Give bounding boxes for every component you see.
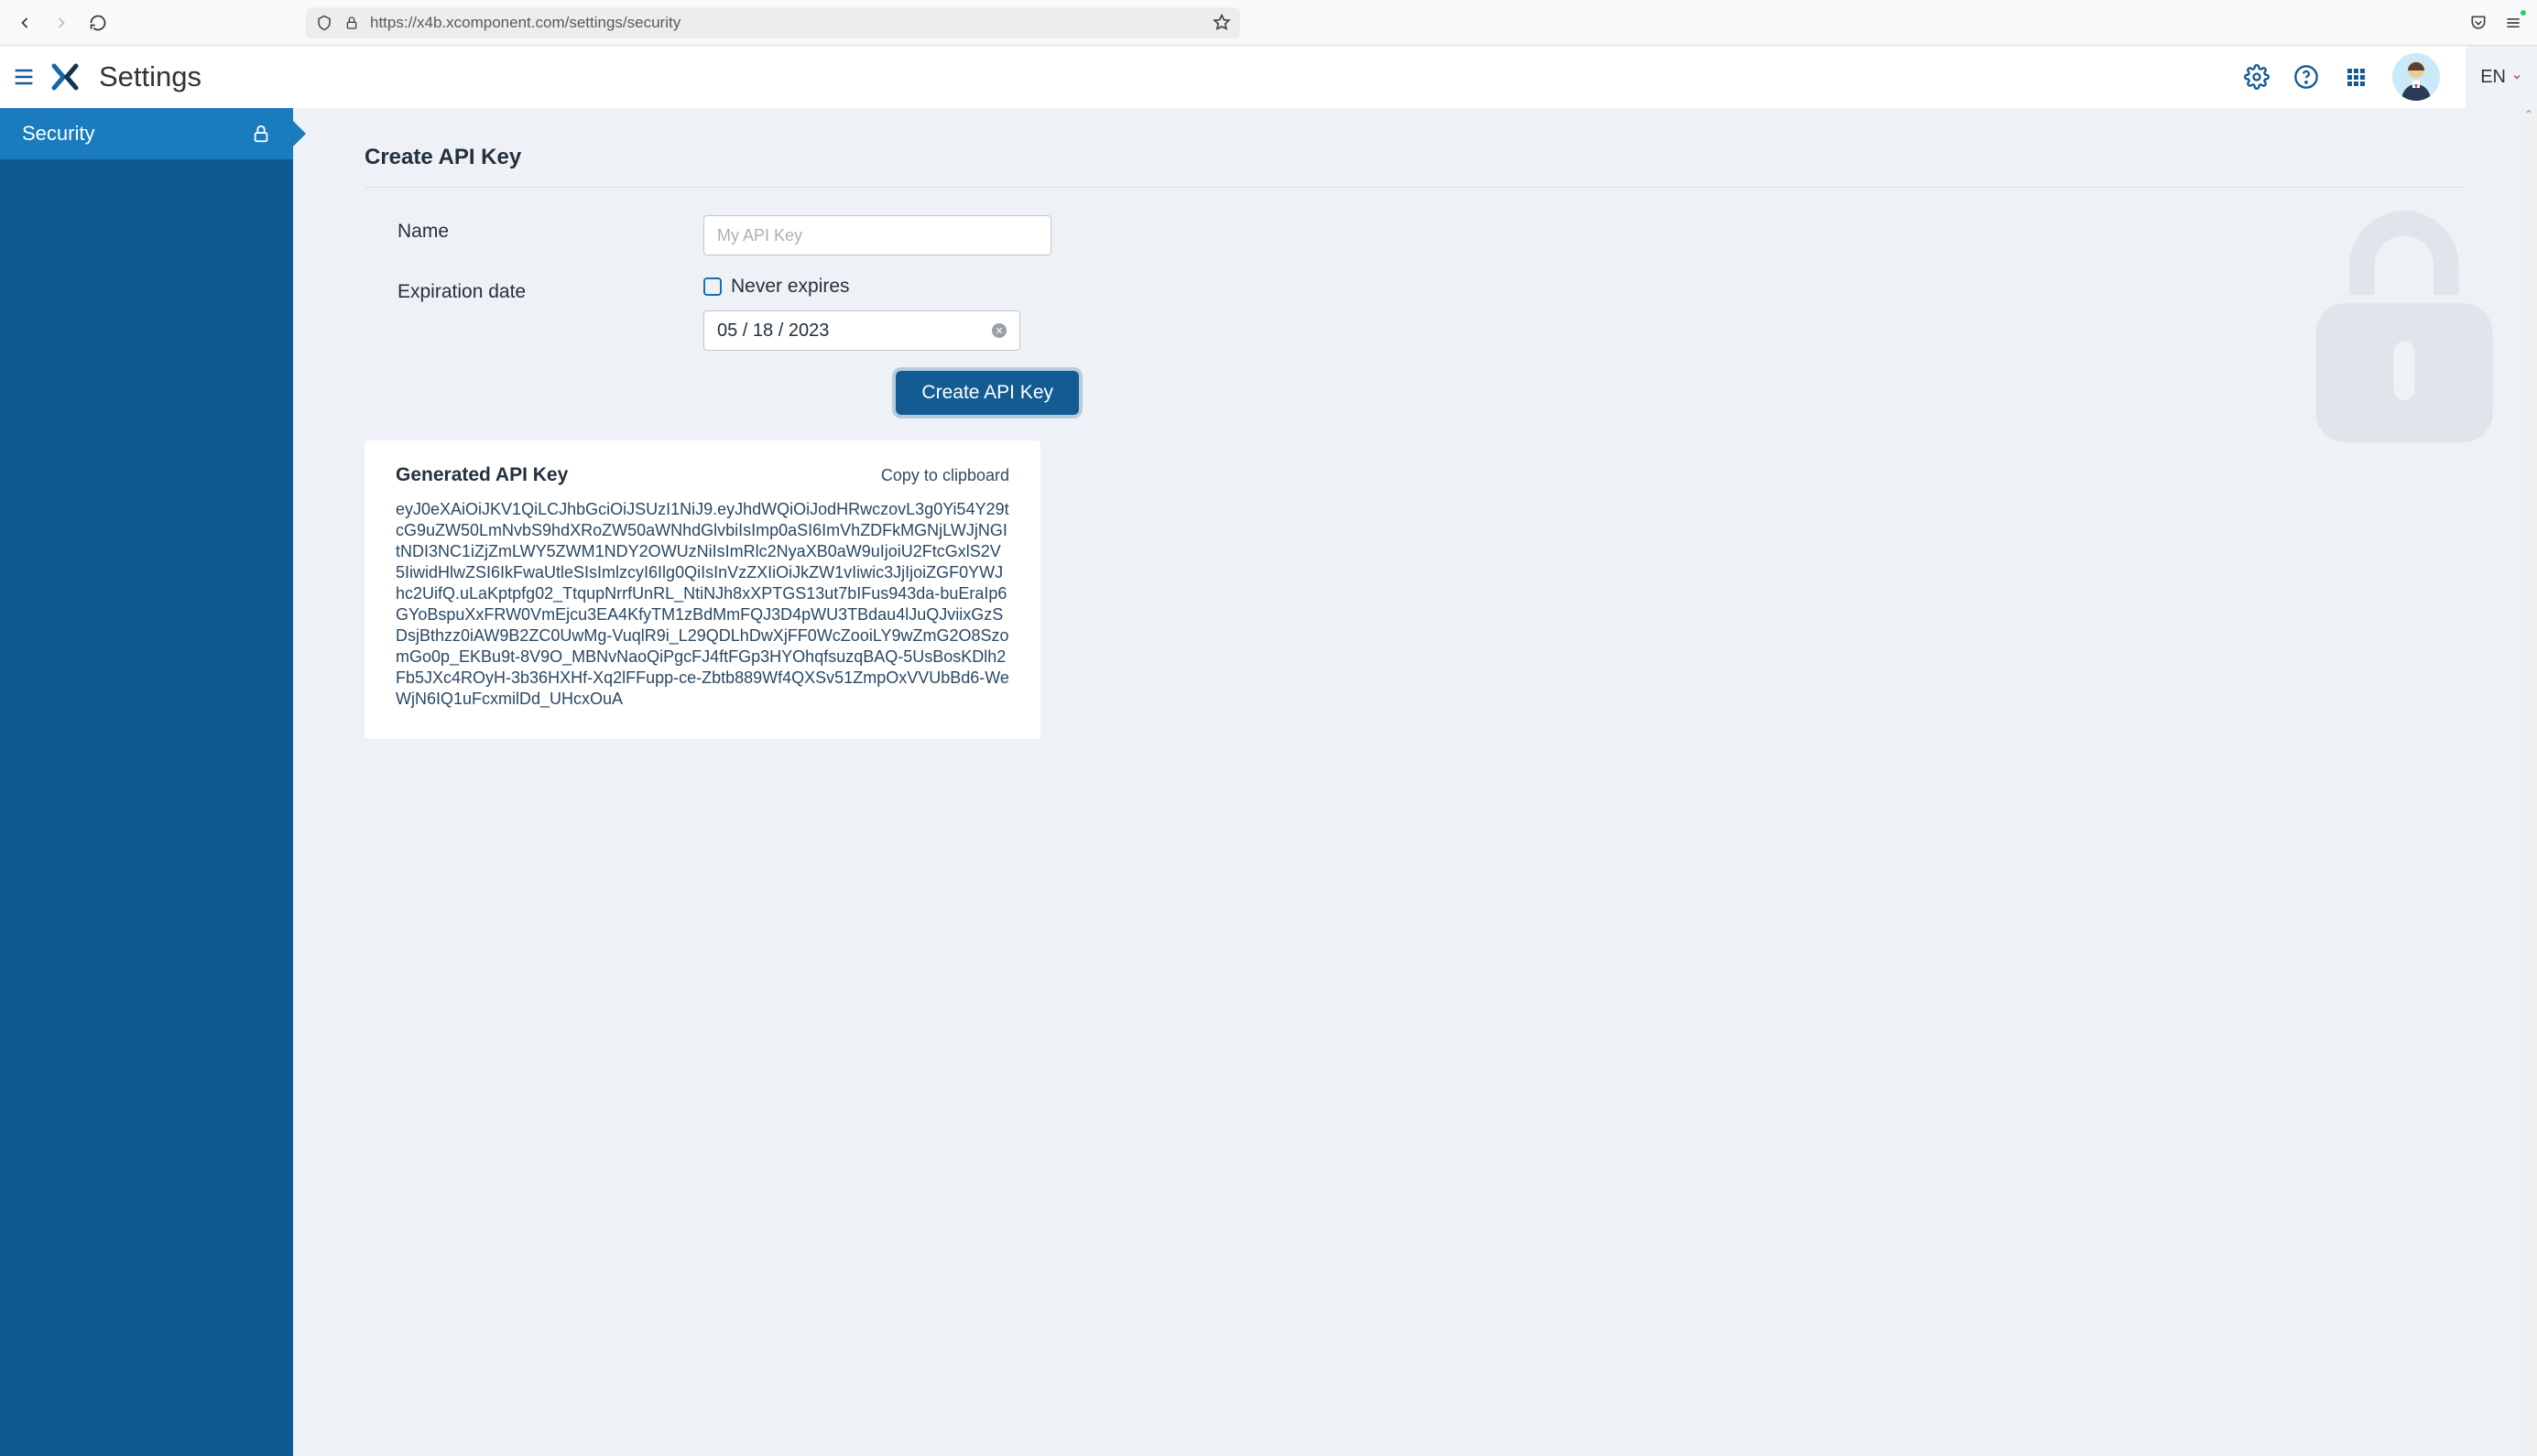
never-expires-label: Never expires bbox=[731, 276, 850, 298]
bookmark-star-icon[interactable] bbox=[1213, 14, 1231, 32]
lock-icon bbox=[251, 124, 271, 144]
back-button[interactable] bbox=[15, 13, 35, 33]
sidebar-item-security[interactable]: Security bbox=[0, 108, 293, 159]
settings-gear-icon[interactable] bbox=[2244, 64, 2270, 90]
url-text: https://x4b.xcomponent.com/settings/secu… bbox=[370, 14, 1203, 32]
user-avatar[interactable] bbox=[2392, 53, 2440, 101]
page-title: Settings bbox=[99, 60, 201, 93]
sidebar-item-label: Security bbox=[22, 122, 94, 146]
forward-button[interactable] bbox=[51, 13, 71, 33]
create-api-key-button[interactable]: Create API Key bbox=[896, 371, 1079, 415]
divider bbox=[365, 187, 2466, 188]
lock-icon bbox=[343, 14, 361, 32]
notification-dot-icon bbox=[2521, 10, 2526, 16]
menu-toggle-button[interactable] bbox=[11, 64, 37, 90]
section-title: Create API Key bbox=[365, 145, 2466, 170]
name-input[interactable] bbox=[703, 215, 1051, 255]
date-value: 05 / 18 / 2023 bbox=[717, 321, 829, 342]
expiration-date-input[interactable]: 05 / 18 / 2023 ✕ bbox=[703, 310, 1020, 351]
chevron-down-icon bbox=[2511, 71, 2522, 82]
app-logo-icon bbox=[49, 61, 81, 92]
app-header: Settings EN bbox=[0, 46, 2537, 108]
generated-key-value: eyJ0eXAiOiJKV1QiLCJhbGciOiJSUzI1NiJ9.eyJ… bbox=[396, 499, 1009, 710]
reload-button[interactable] bbox=[88, 13, 108, 33]
sidebar: Security bbox=[0, 108, 293, 1456]
address-bar[interactable]: https://x4b.xcomponent.com/settings/secu… bbox=[306, 7, 1240, 38]
copy-to-clipboard-link[interactable]: Copy to clipboard bbox=[881, 466, 1009, 485]
main-content: Create API Key Name Expiration date Neve… bbox=[293, 108, 2537, 1456]
pocket-icon[interactable] bbox=[2469, 14, 2488, 32]
language-selector[interactable]: EN bbox=[2466, 46, 2537, 108]
clear-date-icon[interactable]: ✕ bbox=[992, 323, 1007, 338]
shield-icon bbox=[315, 14, 333, 32]
browser-menu-icon[interactable] bbox=[2504, 14, 2522, 32]
generated-key-title: Generated API Key bbox=[396, 464, 568, 486]
generated-key-card: Generated API Key Copy to clipboard eyJ0… bbox=[365, 440, 1040, 739]
browser-toolbar: https://x4b.xcomponent.com/settings/secu… bbox=[0, 0, 2537, 46]
apps-grid-icon[interactable] bbox=[2343, 64, 2368, 90]
name-label: Name bbox=[365, 215, 703, 243]
help-icon[interactable] bbox=[2293, 64, 2319, 90]
expiration-label: Expiration date bbox=[365, 276, 703, 303]
scrollbar[interactable] bbox=[2522, 108, 2537, 1456]
never-expires-checkbox[interactable] bbox=[703, 277, 722, 296]
language-label: EN bbox=[2480, 67, 2506, 88]
